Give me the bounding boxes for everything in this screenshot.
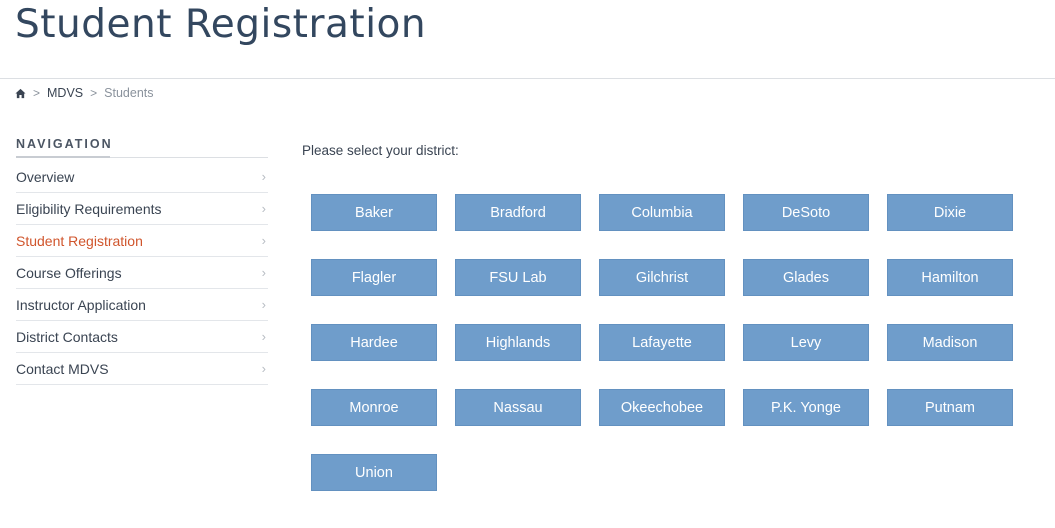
sidebar-item-label: Contact MDVS: [16, 360, 109, 377]
district-button-lafayette[interactable]: Lafayette: [599, 324, 725, 361]
district-button-hardee[interactable]: Hardee: [311, 324, 437, 361]
sidebar-item-label: Eligibility Requirements: [16, 200, 162, 217]
district-button-hamilton[interactable]: Hamilton: [887, 259, 1013, 296]
page-title: Student Registration: [15, 2, 427, 47]
district-button-monroe[interactable]: Monroe: [311, 389, 437, 426]
sidebar-item-label: Course Offerings: [16, 264, 122, 281]
sidebar-navigation: NAVIGATION Overview › Eligibility Requirem…: [16, 137, 268, 385]
breadcrumb-separator: >: [33, 86, 41, 100]
navigation-list: Overview › Eligibility Requirements › Studen…: [16, 161, 268, 385]
chevron-right-icon: ›: [261, 297, 266, 312]
chevron-right-icon: ›: [261, 169, 266, 184]
sidebar-item-label: Overview: [16, 168, 75, 185]
breadcrumb-link-mdvs[interactable]: MDVS: [47, 86, 83, 100]
sidebar-item-overview[interactable]: Overview ›: [16, 161, 268, 193]
district-prompt: Please select your district:: [302, 143, 459, 158]
district-button-baker[interactable]: Baker: [311, 194, 437, 231]
district-button-nassau[interactable]: Nassau: [455, 389, 581, 426]
district-button-grid: Baker Bradford Columbia DeSoto Dixie Flagler F…: [311, 194, 1021, 491]
navigation-heading-divider: [16, 156, 268, 158]
district-button-union[interactable]: Union: [311, 454, 437, 491]
district-button-highlands[interactable]: Highlands: [455, 324, 581, 361]
district-button-glades[interactable]: Glades: [743, 259, 869, 296]
chevron-right-icon: ›: [261, 201, 266, 216]
chevron-right-icon: ›: [261, 329, 266, 344]
district-button-bradford[interactable]: Bradford: [455, 194, 581, 231]
district-button-gilchrist[interactable]: Gilchrist: [599, 259, 725, 296]
sidebar-item-label: District Contacts: [16, 328, 118, 345]
sidebar-item-eligibility-requirements[interactable]: Eligibility Requirements ›: [16, 193, 268, 225]
breadcrumb-separator: >: [90, 86, 98, 100]
district-button-fsu-lab[interactable]: FSU Lab: [455, 259, 581, 296]
district-button-levy[interactable]: Levy: [743, 324, 869, 361]
sidebar-item-course-offerings[interactable]: Course Offerings ›: [16, 257, 268, 289]
district-button-flagler[interactable]: Flagler: [311, 259, 437, 296]
district-button-p-k-yonge[interactable]: P.K. Yonge: [743, 389, 869, 426]
sidebar-item-label: Instructor Application: [16, 296, 146, 313]
district-button-columbia[interactable]: Columbia: [599, 194, 725, 231]
home-icon[interactable]: [15, 88, 26, 99]
district-button-dixie[interactable]: Dixie: [887, 194, 1013, 231]
district-button-madison[interactable]: Madison: [887, 324, 1013, 361]
breadcrumb-current-students: Students: [104, 86, 154, 100]
sidebar-item-student-registration[interactable]: Student Registration ›: [16, 225, 268, 257]
district-button-desoto[interactable]: DeSoto: [743, 194, 869, 231]
chevron-right-icon: ›: [261, 361, 266, 376]
title-divider: [0, 78, 1055, 79]
sidebar-item-label: Student Registration: [16, 232, 143, 249]
district-button-okeechobee[interactable]: Okeechobee: [599, 389, 725, 426]
sidebar-item-contact-mdvs[interactable]: Contact MDVS ›: [16, 353, 268, 385]
chevron-right-icon: ›: [261, 265, 266, 280]
navigation-heading: NAVIGATION: [16, 137, 113, 151]
chevron-right-icon: ›: [261, 233, 266, 248]
sidebar-item-instructor-application[interactable]: Instructor Application ›: [16, 289, 268, 321]
sidebar-item-district-contacts[interactable]: District Contacts ›: [16, 321, 268, 353]
breadcrumb: > MDVS > Students: [15, 85, 154, 101]
district-button-putnam[interactable]: Putnam: [887, 389, 1013, 426]
